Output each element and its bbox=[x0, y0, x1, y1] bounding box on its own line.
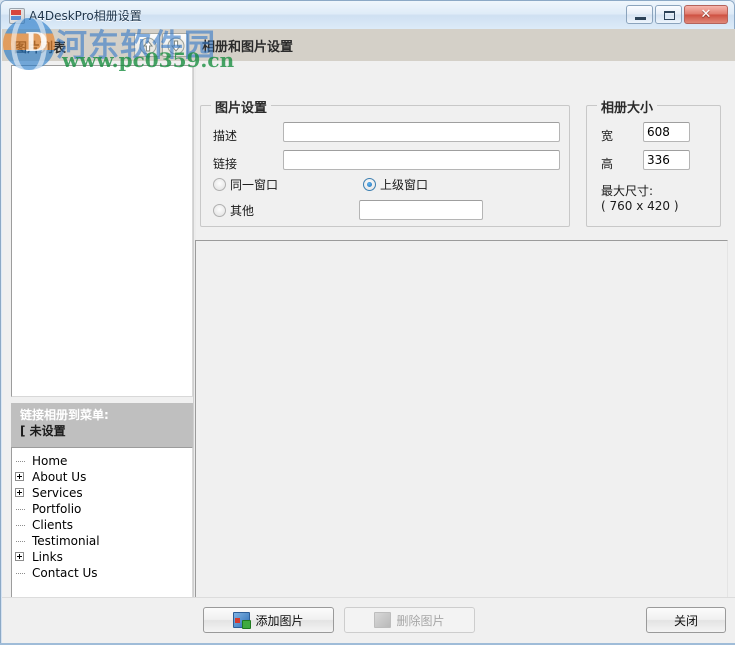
link-album-header: 链接相册到菜单: [ 未设置 bbox=[11, 403, 193, 447]
tree-item-label: Home bbox=[32, 454, 68, 468]
window-title: A4DeskPro相册设置 bbox=[29, 9, 142, 23]
tree-line bbox=[16, 509, 25, 511]
add-image-label: 添加图片 bbox=[255, 613, 304, 628]
tree-item[interactable]: Home bbox=[12, 453, 192, 469]
description-input[interactable] bbox=[283, 122, 560, 142]
tree-item-label: Services bbox=[32, 486, 83, 500]
move-up-button[interactable] bbox=[134, 33, 160, 57]
tree-item[interactable]: About Us bbox=[12, 469, 192, 485]
description-label: 描述 bbox=[213, 129, 238, 143]
tree-line bbox=[16, 573, 25, 575]
tree-item-label: Clients bbox=[32, 518, 73, 532]
tree-item-label: Links bbox=[32, 550, 63, 564]
album-height-input[interactable] bbox=[643, 150, 690, 170]
radio-same-window-icon[interactable] bbox=[213, 178, 226, 191]
radio-parent-window[interactable]: 上级窗口 bbox=[363, 178, 428, 192]
link-input[interactable] bbox=[283, 150, 560, 170]
other-target-input[interactable] bbox=[359, 200, 483, 220]
tree-line bbox=[16, 461, 25, 463]
minimize-button[interactable] bbox=[626, 5, 653, 24]
preview-area[interactable] bbox=[195, 240, 728, 621]
radio-same-window[interactable]: 同一窗口 bbox=[213, 178, 278, 192]
tree-line bbox=[16, 525, 25, 527]
tree-item[interactable]: Links bbox=[12, 549, 192, 565]
arrow-up-icon bbox=[139, 37, 157, 55]
radio-other[interactable]: 其他 bbox=[213, 204, 254, 218]
client-area: 图片列表 相册和图片设置 链接相册到菜单: [未设置 Home About U… bbox=[2, 29, 735, 621]
expand-plus-icon[interactable] bbox=[15, 552, 24, 561]
radio-other-label: 其他 bbox=[230, 204, 255, 218]
arrow-down-icon bbox=[167, 37, 185, 55]
reorder-buttons bbox=[134, 33, 188, 57]
album-width-input[interactable] bbox=[643, 122, 690, 142]
add-image-icon bbox=[233, 612, 252, 629]
title-bar: A4DeskPro相册设置 ✕ bbox=[1, 1, 734, 29]
settings-panel-title: 相册和图片设置 bbox=[202, 40, 294, 55]
image-list-label: 图片列表 bbox=[14, 41, 67, 56]
album-size-group: 相册大小 宽 高 最大尺寸: ( 760 x 420 ) bbox=[586, 97, 721, 227]
album-height-label: 高 bbox=[601, 157, 614, 171]
close-icon: ✕ bbox=[700, 7, 712, 22]
toolbar: 图片列表 相册和图片设置 bbox=[2, 29, 735, 61]
tree-item-label: About Us bbox=[32, 470, 87, 484]
delete-image-button[interactable]: 删除图片 bbox=[344, 607, 475, 633]
minimize-icon bbox=[635, 17, 646, 20]
tree-item[interactable]: Clients bbox=[12, 517, 192, 533]
maximize-button[interactable] bbox=[655, 5, 682, 24]
maximize-icon bbox=[664, 11, 675, 20]
tree-item[interactable]: Services bbox=[12, 485, 192, 501]
add-image-button[interactable]: 添加图片 bbox=[203, 607, 334, 633]
close-dialog-button[interactable]: 关闭 bbox=[646, 607, 726, 633]
menu-tree[interactable]: Home About Us Services Portfolio Clients… bbox=[11, 447, 193, 621]
link-album-label: 链接相册到菜单: bbox=[20, 408, 109, 422]
image-list[interactable] bbox=[11, 65, 193, 397]
radio-parent-window-label: 上级窗口 bbox=[380, 178, 429, 192]
link-album-value: [ 未设置 bbox=[20, 424, 66, 438]
radio-parent-window-icon[interactable] bbox=[363, 178, 376, 191]
album-width-label: 宽 bbox=[601, 129, 614, 143]
tree-line bbox=[16, 541, 25, 543]
expand-plus-icon[interactable] bbox=[15, 488, 24, 497]
tree-item-label: Contact Us bbox=[32, 566, 98, 580]
tree-item[interactable]: Testimonial bbox=[12, 533, 192, 549]
album-size-title: 相册大小 bbox=[597, 97, 658, 116]
link-label: 链接 bbox=[213, 157, 238, 171]
radio-same-window-label: 同一窗口 bbox=[230, 178, 279, 192]
tree-item-label: Testimonial bbox=[32, 534, 100, 548]
app-icon bbox=[9, 8, 25, 24]
move-down-button[interactable] bbox=[162, 33, 188, 57]
tree-item[interactable]: Contact Us bbox=[12, 565, 192, 581]
delete-image-icon bbox=[374, 612, 392, 628]
delete-image-label: 删除图片 bbox=[396, 613, 445, 628]
tree-item[interactable]: Portfolio bbox=[12, 501, 192, 517]
close-button[interactable]: ✕ bbox=[684, 5, 728, 24]
window-controls: ✕ bbox=[626, 5, 728, 24]
album-settings-window: A4DeskPro相册设置 ✕ 图片列表 相册和图片设置 链接相册到菜单: [… bbox=[0, 0, 735, 645]
close-dialog-label: 关闭 bbox=[673, 613, 698, 628]
radio-other-icon[interactable] bbox=[213, 204, 226, 217]
picture-settings-title: 图片设置 bbox=[211, 97, 272, 116]
expand-plus-icon[interactable] bbox=[15, 472, 24, 481]
footer-bar: 添加图片 删除图片 关闭 bbox=[2, 597, 735, 645]
max-size-label: 最大尺寸: bbox=[601, 184, 654, 198]
max-size-value: ( 760 x 420 ) bbox=[601, 199, 679, 213]
picture-settings-group: 图片设置 描述 链接 同一窗口 上级窗口 其他 bbox=[200, 97, 570, 227]
tree-item-label: Portfolio bbox=[32, 502, 82, 516]
